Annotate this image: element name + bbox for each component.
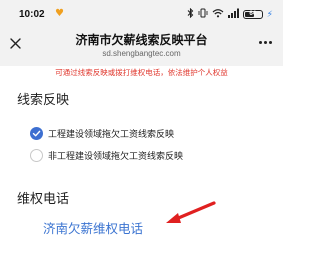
battery-icon: 64 — [242, 10, 263, 19]
option-label: 工程建设领域拖欠工资线索反映 — [48, 129, 175, 140]
more-button[interactable] — [255, 34, 275, 50]
more-icon — [258, 40, 262, 44]
radio-unchecked-icon[interactable] — [30, 148, 43, 162]
screen: 10:02 ♥ 64 ⚡ 济南市欠薪线索反映平台 sd.shengbangtec… — [0, 0, 283, 279]
signal-icon — [227, 8, 239, 21]
bluetooth-icon — [187, 7, 194, 21]
more-icon — [263, 40, 267, 44]
option-construction[interactable]: 工程建设领域拖欠工资线索反映 — [30, 125, 174, 141]
title-bar: 济南市欠薪线索反映平台 sd.shengbangtec.com — [0, 28, 283, 66]
heart-icon: ♥ — [55, 8, 64, 19]
wifi-icon — [212, 8, 224, 21]
option-non-construction[interactable]: 非工程建设领域拖欠工资线索反映 — [30, 147, 183, 163]
status-time: 10:02 — [19, 9, 45, 20]
hotline-section-title: 维权电话 — [17, 192, 70, 207]
status-icons: 64 ⚡ — [187, 7, 273, 21]
vibrate-icon — [198, 8, 208, 21]
hotline-link[interactable]: 济南欠薪维权电话 — [43, 218, 143, 237]
battery-level: 64 — [249, 11, 257, 17]
page-title: 济南市欠薪线索反映平台 — [75, 33, 208, 47]
page-url: sd.shengbangtec.com — [102, 49, 181, 58]
clue-section-title: 线索反映 — [17, 93, 70, 108]
notice-text: 可通过线索反映或拨打维权电话，依法维护个人权益 — [55, 68, 228, 77]
option-label: 非工程建设领域拖欠工资线索反映 — [48, 151, 184, 162]
status-bar: 10:02 ♥ 64 ⚡ — [0, 0, 283, 28]
more-icon — [268, 40, 272, 44]
radio-checked-icon[interactable] — [30, 126, 43, 140]
charging-icon: ⚡ — [266, 9, 273, 20]
red-arrow-icon — [166, 201, 216, 223]
